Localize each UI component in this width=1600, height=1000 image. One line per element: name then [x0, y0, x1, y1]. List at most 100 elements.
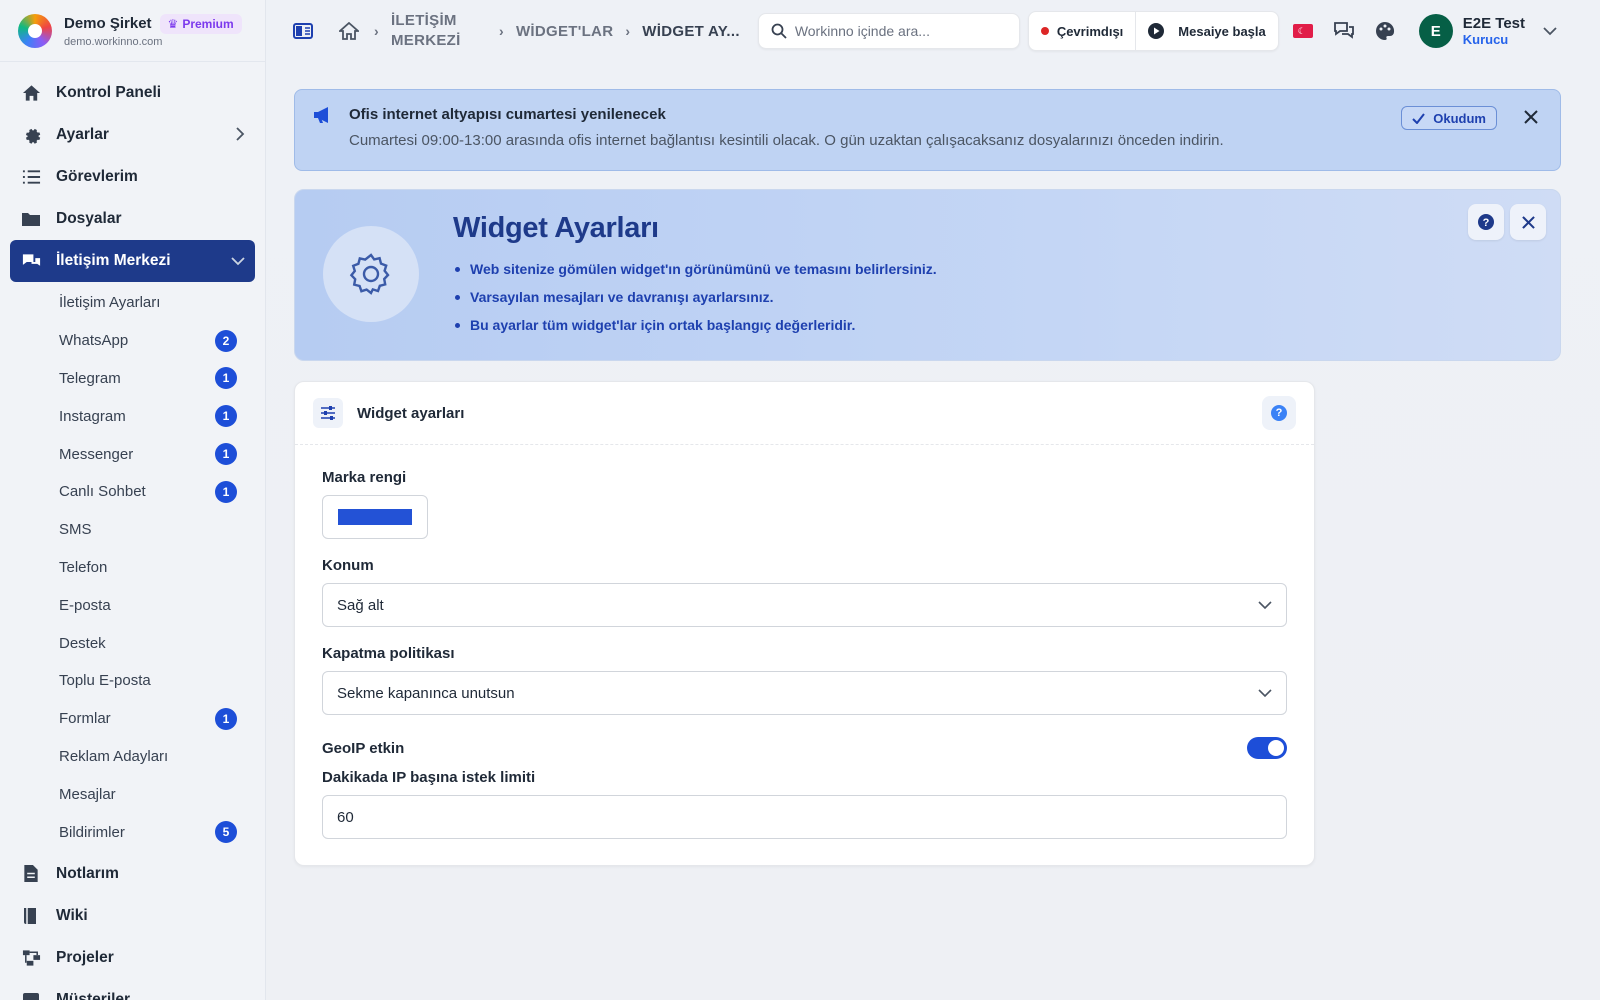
- gear-icon: [20, 124, 42, 146]
- brand-color-swatch: [338, 509, 412, 525]
- card-help-button[interactable]: ?: [1262, 396, 1296, 430]
- announcement-banner: Ofis internet altyapısı cumartesi yenile…: [294, 89, 1561, 171]
- chevron-right-icon: ›: [625, 23, 631, 39]
- subitem-live-chat[interactable]: Canlı Sohbet 1: [0, 473, 265, 511]
- card-title: Widget ayarları: [357, 404, 465, 422]
- subitem-bulk-email[interactable]: Toplu E-posta: [0, 662, 265, 700]
- sidebar-item-wiki[interactable]: Wiki: [10, 895, 255, 937]
- rate-limit-input[interactable]: 60: [322, 795, 1287, 839]
- count-badge: 1: [215, 480, 237, 503]
- subitem-messenger[interactable]: Messenger 1: [0, 435, 265, 473]
- subitem-label: Messenger: [59, 445, 134, 463]
- acknowledge-button[interactable]: Okudum: [1401, 106, 1497, 130]
- crown-icon: ♛: [167, 16, 179, 31]
- subitem-telegram[interactable]: Telegram 1: [0, 360, 265, 398]
- search-input[interactable]: [794, 23, 995, 39]
- subitem-whatsapp[interactable]: WhatsApp 2: [0, 322, 265, 360]
- brand-color-picker[interactable]: [322, 495, 428, 539]
- subitem-label: Telegram: [59, 369, 121, 387]
- rate-limit-label: Dakikada IP başına istek limiti: [322, 769, 536, 786]
- close-icon: [1521, 215, 1535, 229]
- sidebar-item-projects[interactable]: Projeler: [10, 937, 255, 979]
- breadcrumb-communication[interactable]: İLETİŞİM MERKEZİ: [391, 11, 487, 51]
- play-icon: [1148, 23, 1165, 39]
- chevron-right-icon: ›: [374, 23, 379, 39]
- sidebar-item-settings[interactable]: Ayarlar: [10, 114, 255, 156]
- description-item: Varsayılan mesajları ve davranışı ayarla…: [453, 283, 937, 311]
- subitem-phone[interactable]: Telefon: [0, 549, 265, 587]
- count-badge: 1: [215, 367, 237, 390]
- subitem-label: Mesajlar: [59, 785, 116, 803]
- subitem-forms[interactable]: Formlar 1: [0, 700, 265, 738]
- close-policy-select[interactable]: Sekme kapanınca unutsun: [322, 671, 1287, 715]
- chat-icon[interactable]: [1333, 21, 1355, 41]
- close-policy-value: Sekme kapanınca unutsun: [337, 684, 515, 702]
- question-icon: ?: [1271, 405, 1287, 421]
- search-box[interactable]: [757, 13, 1020, 49]
- search-icon: [771, 23, 787, 39]
- sidebar-nav: Kontrol Paneli Ayarlar Görevlerim Dosyal…: [0, 62, 265, 1000]
- palette-icon[interactable]: [1375, 21, 1395, 41]
- announcement-title: Ofis internet altyapısı cumartesi yenile…: [349, 106, 666, 123]
- sidebar-item-communication[interactable]: İletişim Merkezi: [10, 240, 255, 282]
- acknowledge-label: Okudum: [1433, 110, 1486, 126]
- check-icon: [1412, 112, 1426, 124]
- sidebar-item-dashboard[interactable]: Kontrol Paneli: [10, 72, 255, 114]
- start-shift-button[interactable]: Mesaiye başla: [1135, 12, 1277, 50]
- chevron-right-icon: [235, 126, 245, 144]
- count-badge: 2: [215, 329, 237, 352]
- status-group: Çevrimdışı Mesaiye başla: [1027, 11, 1279, 51]
- sidebar-toggle-icon[interactable]: [290, 18, 316, 44]
- help-button[interactable]: ?: [1468, 204, 1504, 240]
- chevron-down-icon: [231, 253, 245, 269]
- note-icon: [20, 863, 42, 885]
- turkish-flag-icon[interactable]: [1292, 24, 1313, 38]
- chevron-right-icon: ›: [498, 23, 504, 39]
- subitem-ad-leads[interactable]: Reklam Adayları: [0, 738, 265, 776]
- subitem-support[interactable]: Destek: [0, 624, 265, 662]
- count-badge: 5: [215, 821, 237, 844]
- sidebar-item-customers[interactable]: Müşteriler: [10, 979, 255, 1000]
- premium-badge: ♛ Premium: [159, 13, 242, 34]
- close-policy-label: Kapatma politikası: [322, 645, 455, 662]
- brand-logo: [18, 13, 52, 48]
- sidebar-item-tasks[interactable]: Görevlerim: [10, 156, 255, 198]
- home-icon[interactable]: [336, 18, 362, 44]
- breadcrumb-current: WİDGET AY...: [642, 22, 740, 40]
- home-icon: [20, 82, 42, 104]
- subitem-messages[interactable]: Mesajlar: [0, 775, 265, 813]
- brand-color-label: Marka rengi: [322, 469, 407, 486]
- breadcrumb-widgets[interactable]: WİDGET'LAR: [516, 23, 613, 40]
- chat-icon: [20, 250, 42, 272]
- brand[interactable]: Demo Şirket ♛ Premium demo.workinno.com: [0, 0, 265, 62]
- close-button[interactable]: [1510, 204, 1546, 240]
- subitem-communication-settings[interactable]: İletişim Ayarları: [0, 284, 265, 322]
- sidebar-item-notes[interactable]: Notlarım: [10, 853, 255, 895]
- sidebar-item-label: Notlarım: [56, 864, 119, 882]
- page-header: Widget Ayarları Web sitenize gömülen wid…: [294, 189, 1561, 361]
- chevron-down-icon: [1543, 26, 1557, 36]
- sidebar-item-label: İletişim Merkezi: [56, 252, 171, 269]
- subitem-label: Formlar: [59, 710, 111, 728]
- sidebar: Demo Şirket ♛ Premium demo.workinno.com …: [0, 0, 266, 1000]
- subitem-label: İletişim Ayarları: [59, 294, 161, 312]
- subitem-notifications[interactable]: Bildirimler 5: [0, 813, 265, 851]
- close-icon[interactable]: [1524, 106, 1538, 128]
- status-dot-icon: [1040, 27, 1049, 35]
- geoip-toggle[interactable]: [1247, 737, 1287, 759]
- question-icon: ?: [1477, 213, 1495, 231]
- subitem-label: Reklam Adayları: [59, 747, 169, 765]
- subitem-instagram[interactable]: Instagram 1: [0, 397, 265, 435]
- sidebar-item-files[interactable]: Dosyalar: [10, 198, 255, 240]
- user-menu[interactable]: E E2E Test Kurucu: [1418, 14, 1557, 48]
- subitem-label: Toplu E-posta: [59, 672, 151, 690]
- position-select[interactable]: Sağ alt: [322, 583, 1287, 627]
- subitem-sms[interactable]: SMS: [0, 511, 265, 549]
- subitem-email[interactable]: E-posta: [0, 586, 265, 624]
- geoip-label: GeoIP etkin: [322, 739, 405, 757]
- status-button[interactable]: Çevrimdışı: [1029, 12, 1135, 50]
- count-badge: 1: [215, 443, 237, 466]
- count-badge: 1: [215, 707, 237, 730]
- rate-limit-value: 60: [337, 808, 354, 826]
- projects-icon: [20, 947, 42, 969]
